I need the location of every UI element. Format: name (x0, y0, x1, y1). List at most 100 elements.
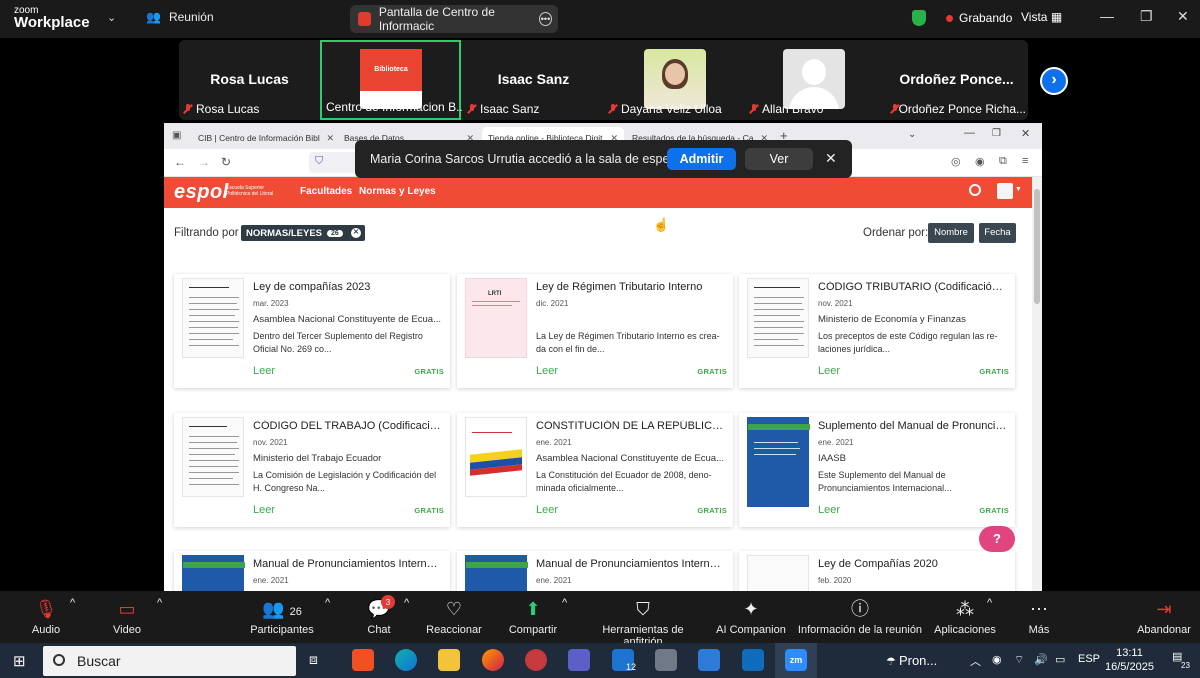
participant-tile[interactable]: Isaac Sanz Isaac Sanz (463, 40, 604, 120)
task-view-icon[interactable]: ⧈ (309, 651, 318, 668)
search-icon[interactable] (969, 184, 981, 196)
battery-icon[interactable]: ▭ (1055, 653, 1065, 666)
taskbar-search[interactable]: Buscar (43, 646, 296, 676)
more-options-icon[interactable]: ••• (539, 12, 552, 26)
chat-options-caret-icon[interactable]: ^ (404, 597, 409, 609)
forward-arrow-icon[interactable]: → (198, 155, 210, 169)
book-cover[interactable] (465, 417, 527, 497)
read-link[interactable]: Leer (818, 504, 840, 516)
book-title[interactable]: CÓDIGO TRIBUTARIO (Codificación No... (818, 281, 1008, 293)
tracking-shield-icon[interactable]: ⛉ (315, 155, 323, 168)
store-icon[interactable] (352, 649, 374, 671)
apps-options-caret-icon[interactable]: ^ (987, 597, 992, 609)
book-card[interactable]: CÓDIGO DEL TRABAJO (Codificación ... nov… (174, 413, 450, 527)
read-link[interactable]: Leer (536, 504, 558, 516)
language-indicator[interactable]: ESP (1078, 653, 1100, 665)
book-card[interactable]: Manual de Pronunciamientos Internac... e… (457, 551, 733, 591)
tray-chevron-icon[interactable]: ︿ (970, 653, 981, 669)
read-link[interactable]: Leer (536, 365, 558, 377)
account-icon[interactable]: ◉ (975, 155, 985, 168)
book-cover[interactable] (747, 278, 809, 358)
share-button[interactable]: ⬆ Compartir (505, 597, 561, 636)
book-title[interactable]: Suplemento del Manual de Pronuncia... (818, 420, 1008, 432)
back-arrow-icon[interactable]: ← (174, 155, 186, 169)
edge-icon[interactable] (395, 649, 417, 671)
ai-companion-button[interactable]: ✦ AI Companion (716, 597, 786, 636)
meeting-info-button[interactable]: ⓘ Información de la reunión (797, 597, 923, 636)
book-title[interactable]: CÓDIGO DEL TRABAJO (Codificación ... (253, 420, 443, 432)
caret-down-icon[interactable]: ▼ (1015, 186, 1022, 193)
page-scrollbar[interactable] (1032, 177, 1042, 591)
clock[interactable]: 13:11 16/5/2025 (1105, 646, 1154, 674)
filter-chip[interactable]: NORMAS/LEYES 26 ✕ (241, 225, 365, 241)
view-button[interactable]: Vista ▦ (1021, 10, 1062, 24)
app-icon[interactable] (525, 649, 547, 671)
audio-options-caret-icon[interactable]: ^ (70, 597, 75, 609)
restore-icon[interactable]: ❐ (992, 128, 1001, 139)
scrollbar-thumb[interactable] (1034, 189, 1040, 304)
book-title[interactable]: Ley de compañías 2023 (253, 281, 443, 293)
sort-by-date-button[interactable]: Fecha (979, 223, 1016, 243)
share-options-caret-icon[interactable]: ^ (562, 597, 567, 609)
remove-filter-icon[interactable]: ✕ (351, 228, 361, 238)
minimize-icon[interactable]: — (1100, 8, 1114, 24)
minimize-icon[interactable]: — (964, 127, 975, 139)
close-icon[interactable]: ✕ (1177, 8, 1189, 25)
browser-tab[interactable]: CIB | Centro de Información Bibl ✕ (192, 127, 340, 149)
close-icon[interactable]: ✕ (1021, 127, 1030, 140)
participants-button[interactable]: 👥 26 Participantes (248, 597, 316, 636)
teams-icon[interactable] (568, 649, 590, 671)
book-cover[interactable] (182, 278, 244, 358)
book-cover[interactable] (747, 417, 810, 507)
host-tools-button[interactable]: ⛉ Herramientas de anfitrión (582, 597, 704, 648)
weather-widget[interactable]: ☂ Pron... (886, 653, 937, 668)
tray-icon[interactable]: ◉ (992, 653, 1002, 666)
close-icon[interactable]: ✕ (825, 150, 837, 167)
book-title[interactable]: Ley de Régimen Tributario Interno (536, 281, 726, 293)
book-card[interactable]: CÓDIGO TRIBUTARIO (Codificación No... no… (739, 274, 1015, 388)
more-button[interactable]: ⋯ Más (1025, 597, 1053, 636)
participant-tile[interactable]: Dayana Veliz Ulloa (604, 40, 745, 120)
close-icon[interactable]: ✕ (320, 133, 334, 144)
book-card[interactable]: Ley de compañías 2023 mar. 2023 Asamblea… (174, 274, 450, 388)
recording-status[interactable]: Grabando (912, 10, 1012, 26)
extensions-icon[interactable]: ⧉ (999, 155, 1007, 168)
restore-icon[interactable]: ❐ (1140, 8, 1153, 25)
outlook-icon[interactable] (742, 649, 764, 671)
admit-button[interactable]: Admitir (667, 148, 736, 170)
participant-tile[interactable]: Rosa Lucas Rosa Lucas (179, 40, 320, 120)
book-title[interactable]: CONSTITUCIÓN DE LA REPÚBLICA DE... (536, 420, 726, 432)
read-link[interactable]: Leer (253, 504, 275, 516)
meeting-menu[interactable]: 👥 Reunión (146, 10, 214, 24)
book-cover[interactable] (465, 555, 528, 591)
book-card[interactable]: Manual de Pronunciamientos Internac... e… (174, 551, 450, 591)
book-cover[interactable]: LRTI (465, 278, 527, 358)
sort-by-name-button[interactable]: Nombre (928, 223, 974, 243)
book-title[interactable]: Manual de Pronunciamientos Internac... (536, 558, 726, 570)
participant-tile[interactable]: Allan Bravo (745, 40, 886, 120)
volume-icon[interactable]: 🔊 (1034, 653, 1048, 666)
zoom-icon[interactable]: zm (785, 649, 807, 671)
reload-icon[interactable]: ↻ (221, 155, 231, 169)
file-explorer-icon[interactable] (438, 649, 460, 671)
help-icon[interactable]: ? (979, 526, 1015, 552)
read-link[interactable]: Leer (253, 365, 275, 377)
user-avatar-icon[interactable] (997, 183, 1013, 199)
read-link[interactable]: Leer (818, 365, 840, 377)
menu-normas-leyes[interactable]: Normas y Leyes (359, 186, 436, 197)
leave-button[interactable]: ⇥ Abandonar (1136, 597, 1192, 636)
firefox-icon[interactable] (482, 649, 504, 671)
video-options-caret-icon[interactable]: ^ (157, 597, 162, 609)
book-card[interactable]: CONSTITUCIÓN DE LA REPÚBLICA DE... ene. … (457, 413, 733, 527)
screen-share-pill[interactable]: Pantalla de Centro de Informacic ••• (350, 5, 558, 33)
participant-tile-active[interactable]: Biblioteca Centro de Informacion B... (320, 40, 462, 120)
book-title[interactable]: Ley de Compañías 2020 (818, 558, 1008, 570)
video-button[interactable]: ▭ Video (107, 597, 147, 636)
menu-facultades[interactable]: Facultades (300, 186, 352, 197)
participant-tile[interactable]: Ordoñez Ponce... Ordoñez Ponce Richa... (886, 40, 1027, 120)
windows-start-icon[interactable]: ⊞ (13, 652, 26, 670)
espol-logo[interactable]: espol (174, 181, 229, 204)
book-cover[interactable] (182, 555, 245, 591)
book-cover[interactable] (182, 417, 244, 497)
book-cover[interactable] (747, 555, 809, 591)
